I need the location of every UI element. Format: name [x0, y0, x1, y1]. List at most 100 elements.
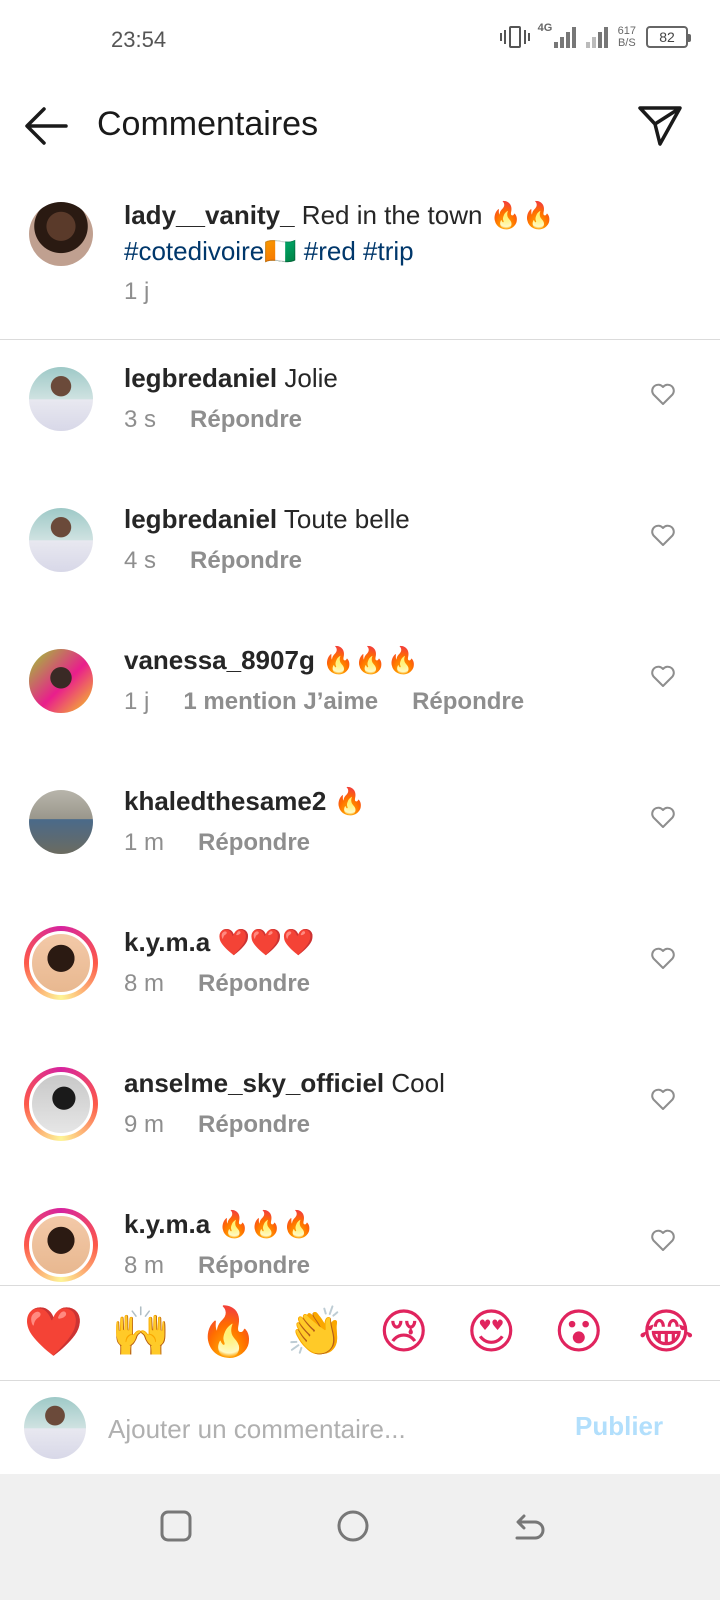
- comment-row: k.y.m.a ❤️❤️❤️ 8 m Répondre: [0, 906, 720, 1047]
- story-ring[interactable]: [24, 1208, 98, 1282]
- like-heart-icon[interactable]: [650, 946, 676, 970]
- emoji-laughing[interactable]: 😂: [636, 1309, 696, 1357]
- avatar-wrap[interactable]: [24, 362, 98, 436]
- comment-input[interactable]: [108, 1409, 548, 1449]
- comment-username[interactable]: k.y.m.a: [124, 1209, 210, 1239]
- comment-username[interactable]: k.y.m.a: [124, 927, 210, 957]
- comment-username[interactable]: khaledthesame2: [124, 786, 326, 816]
- comment-username[interactable]: legbredaniel: [124, 504, 277, 534]
- like-heart-icon[interactable]: [650, 382, 676, 406]
- emoji-quick-bar: ❤️ 🙌 🔥 👏 😢 😍 😮 😂: [0, 1285, 720, 1380]
- back-nav-icon[interactable]: [505, 1502, 553, 1550]
- home-icon[interactable]: [329, 1502, 377, 1550]
- comment-meta: 1 j 1 mention J’aime Répondre: [124, 688, 524, 716]
- comment-body: ❤️❤️❤️: [217, 927, 315, 957]
- reply-button[interactable]: Répondre: [198, 970, 310, 998]
- status-time: 23:54: [111, 27, 167, 52]
- avatar: [29, 790, 93, 854]
- network-type: 4G: [537, 22, 553, 34]
- reply-button[interactable]: Répondre: [190, 547, 302, 575]
- comment-time: 3 s: [124, 406, 157, 433]
- back-arrow-icon[interactable]: [22, 104, 70, 148]
- like-heart-icon[interactable]: [650, 805, 676, 829]
- comment-body: 🔥🔥🔥: [217, 1209, 315, 1239]
- reply-button[interactable]: Répondre: [198, 1111, 310, 1139]
- like-heart-icon[interactable]: [650, 523, 676, 547]
- caption-username[interactable]: lady__vanity_: [124, 200, 295, 230]
- page-title: Commentaires: [97, 105, 319, 143]
- system-nav-bar: [0, 1474, 720, 1600]
- caption-body: Red in the town 🔥🔥: [301, 200, 555, 230]
- avatar-wrap[interactable]: [24, 503, 98, 577]
- comment-body: Toute belle: [283, 504, 410, 534]
- comment-time: 9 m: [124, 1111, 165, 1138]
- comment-text: vanessa_8907g 🔥🔥🔥: [124, 644, 419, 676]
- comment-meta: 3 s Répondre: [124, 406, 302, 434]
- comment-body: Cool: [391, 1068, 445, 1098]
- caption-text: lady__vanity_ Red in the town 🔥🔥 #cotedi…: [124, 197, 684, 269]
- status-bar: 23:54 4G 617 B/S 82: [0, 0, 720, 80]
- comment-text: k.y.m.a 🔥🔥🔥: [124, 1208, 315, 1240]
- comment-meta: 4 s Répondre: [124, 547, 302, 575]
- reply-button[interactable]: Répondre: [412, 688, 524, 716]
- avatar: [29, 1072, 93, 1136]
- publish-button[interactable]: Publier: [575, 1411, 663, 1442]
- comment-text: legbredaniel Toute belle: [124, 503, 410, 535]
- comment-text: k.y.m.a ❤️❤️❤️: [124, 926, 315, 958]
- likes-count[interactable]: 1 mention J’aime: [183, 688, 378, 716]
- comment-row: khaledthesame2 🔥 1 m Répondre: [0, 765, 720, 906]
- like-heart-icon[interactable]: [650, 1087, 676, 1111]
- like-heart-icon[interactable]: [650, 1228, 676, 1252]
- vibrate-icon: [499, 24, 530, 50]
- comment-time: 4 s: [124, 547, 157, 574]
- avatar: [29, 508, 93, 572]
- comment-username[interactable]: vanessa_8907g: [124, 645, 315, 675]
- reply-button[interactable]: Répondre: [198, 829, 310, 857]
- comment-username[interactable]: anselme_sky_officiel: [124, 1068, 384, 1098]
- reply-button[interactable]: Répondre: [198, 1252, 310, 1280]
- status-icons: 4G 617 B/S 82: [499, 22, 691, 50]
- comment-username[interactable]: legbredaniel: [124, 363, 277, 393]
- comment-composer: Publier: [0, 1380, 720, 1474]
- story-ring[interactable]: [24, 1067, 98, 1141]
- emoji-fire[interactable]: 🔥: [199, 1309, 259, 1357]
- header: Commentaires: [0, 80, 720, 172]
- comment-text: khaledthesame2 🔥: [124, 785, 366, 817]
- battery-icon: 82: [646, 26, 691, 48]
- caption-hashtags[interactable]: #cotedivoire🇨🇮 #red #trip: [124, 236, 414, 266]
- comment-time: 8 m: [124, 1252, 165, 1279]
- comment-row: k.y.m.a 🔥🔥🔥 8 m Répondre: [0, 1188, 720, 1285]
- avatar: [24, 1397, 86, 1459]
- avatar-wrap[interactable]: [24, 785, 98, 859]
- comment-row: legbredaniel Toute belle 4 s Répondre: [0, 483, 720, 624]
- comment-text: legbredaniel Jolie: [124, 362, 338, 394]
- comment-body: 🔥: [333, 786, 366, 816]
- recent-apps-icon[interactable]: [152, 1502, 200, 1550]
- caption-time: 1 j: [124, 278, 150, 305]
- comment-row: vanessa_8907g 🔥🔥🔥 1 j 1 mention J’aime R…: [0, 624, 720, 765]
- comment-row: anselme_sky_officiel Cool 9 m Répondre: [0, 1047, 720, 1188]
- emoji-raised-hands[interactable]: 🙌: [111, 1309, 171, 1357]
- emoji-heart[interactable]: ❤️: [24, 1309, 84, 1357]
- emoji-clap[interactable]: 👏: [286, 1309, 346, 1357]
- post-caption: lady__vanity_ Red in the town 🔥🔥 #cotedi…: [0, 180, 720, 340]
- comment-time: 1 m: [124, 829, 165, 856]
- avatar[interactable]: [29, 202, 93, 266]
- speed-unit: B/S: [617, 37, 636, 49]
- like-heart-icon[interactable]: [650, 664, 676, 688]
- comment-time: 8 m: [124, 970, 165, 997]
- emoji-heart-eyes[interactable]: 😍: [461, 1309, 521, 1357]
- send-icon[interactable]: [636, 102, 684, 150]
- comment-body: 🔥🔥🔥: [322, 645, 420, 675]
- speed-value: 617: [617, 25, 636, 37]
- reply-button[interactable]: Répondre: [190, 406, 302, 434]
- story-ring[interactable]: [24, 926, 98, 1000]
- emoji-surprised[interactable]: 😮: [549, 1309, 609, 1357]
- emoji-crying[interactable]: 😢: [374, 1309, 434, 1357]
- avatar-wrap[interactable]: [24, 644, 98, 718]
- comment-row: legbredaniel Jolie 3 s Répondre: [0, 342, 720, 483]
- comment-meta: 9 m Répondre: [124, 1111, 310, 1139]
- avatar: [29, 367, 93, 431]
- comment-meta: 8 m Répondre: [124, 1252, 310, 1280]
- comment-body: Jolie: [284, 363, 338, 393]
